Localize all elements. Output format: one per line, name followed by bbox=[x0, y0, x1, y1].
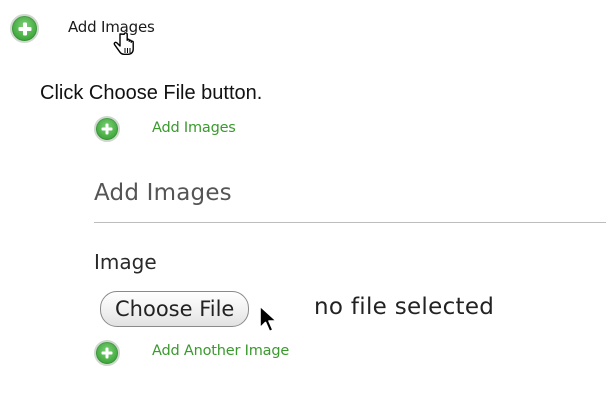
plus-circle-icon bbox=[10, 14, 39, 43]
top-add-images-link[interactable]: Add Images bbox=[10, 14, 200, 44]
plus-circle-icon bbox=[94, 340, 120, 366]
plus-circle-icon bbox=[94, 116, 120, 142]
hand-cursor-icon bbox=[113, 32, 134, 55]
arrow-cursor-icon bbox=[259, 305, 278, 333]
choose-file-button[interactable]: Choose File bbox=[100, 291, 250, 327]
file-status-text: no file selected bbox=[314, 294, 495, 320]
add-another-image-label: Add Another Image bbox=[152, 343, 290, 359]
section-title: Add Images bbox=[94, 180, 232, 206]
instruction-text: Click Choose File button. bbox=[40, 82, 263, 104]
add-another-image-link[interactable]: Add Another Image bbox=[94, 340, 364, 368]
panel-add-images-link[interactable]: Add Images bbox=[94, 116, 294, 144]
panel-add-images-label: Add Images bbox=[152, 120, 236, 136]
image-field-label: Image bbox=[94, 250, 157, 274]
section-divider bbox=[94, 222, 606, 223]
